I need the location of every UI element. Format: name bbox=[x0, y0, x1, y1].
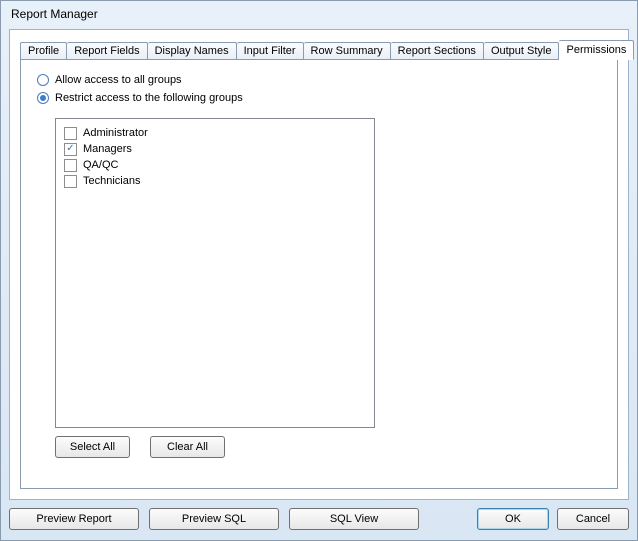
tab-output-style[interactable]: Output Style bbox=[484, 42, 560, 60]
group-label: Administrator bbox=[83, 127, 148, 139]
tab-label: Report Fields bbox=[74, 45, 139, 57]
tab-row-summary[interactable]: Row Summary bbox=[304, 42, 391, 60]
list-item[interactable]: ✓ Managers bbox=[64, 141, 366, 157]
cancel-button[interactable]: Cancel bbox=[557, 508, 629, 530]
tab-label: Output Style bbox=[491, 45, 552, 57]
checkbox-icon[interactable]: ✓ bbox=[64, 143, 77, 156]
clear-all-button[interactable]: Clear All bbox=[150, 436, 225, 458]
tab-permissions[interactable]: Permissions bbox=[559, 40, 634, 60]
radio-label: Allow access to all groups bbox=[55, 74, 182, 86]
radio-restrict[interactable]: Restrict access to the following groups bbox=[37, 92, 601, 104]
radio-allow-all[interactable]: Allow access to all groups bbox=[37, 74, 601, 86]
checkbox-icon[interactable] bbox=[64, 175, 77, 188]
group-label: Technicians bbox=[83, 175, 140, 187]
window-title: Report Manager bbox=[11, 7, 98, 21]
tab-label: Report Sections bbox=[398, 45, 476, 57]
preview-report-button[interactable]: Preview Report bbox=[9, 508, 139, 530]
preview-sql-button[interactable]: Preview SQL bbox=[149, 508, 279, 530]
tab-label: Input Filter bbox=[244, 45, 296, 57]
groups-list[interactable]: Administrator ✓ Managers QA/QC Technicia… bbox=[55, 118, 375, 428]
list-buttons-row: Select All Clear All bbox=[55, 436, 601, 458]
tab-label: Permissions bbox=[566, 44, 626, 56]
tab-profile[interactable]: Profile bbox=[20, 42, 67, 60]
list-item[interactable]: Technicians bbox=[64, 173, 366, 189]
checkbox-icon[interactable] bbox=[64, 159, 77, 172]
checkbox-icon[interactable] bbox=[64, 127, 77, 140]
tab-label: Profile bbox=[28, 45, 59, 57]
client-area: Profile Report Fields Display Names Inpu… bbox=[9, 29, 629, 500]
radio-dot-icon bbox=[40, 95, 46, 101]
title-bar: Report Manager bbox=[1, 1, 637, 27]
tab-display-names[interactable]: Display Names bbox=[148, 42, 237, 60]
list-item[interactable]: Administrator bbox=[64, 125, 366, 141]
group-label: Managers bbox=[83, 143, 132, 155]
tab-report-sections[interactable]: Report Sections bbox=[391, 42, 484, 60]
tab-label: Row Summary bbox=[311, 45, 383, 57]
tab-label: Display Names bbox=[155, 45, 229, 57]
dialog-button-bar: Preview Report Preview SQL SQL View OK C… bbox=[9, 506, 629, 532]
tab-strip: Profile Report Fields Display Names Inpu… bbox=[20, 40, 618, 60]
sql-view-button[interactable]: SQL View bbox=[289, 508, 419, 530]
tab-panel-permissions: Allow access to all groups Restrict acce… bbox=[20, 59, 618, 489]
radio-label: Restrict access to the following groups bbox=[55, 92, 243, 104]
tab-report-fields[interactable]: Report Fields bbox=[67, 42, 147, 60]
select-all-button[interactable]: Select All bbox=[55, 436, 130, 458]
list-item[interactable]: QA/QC bbox=[64, 157, 366, 173]
radio-icon bbox=[37, 92, 49, 104]
ok-button[interactable]: OK bbox=[477, 508, 549, 530]
tab-input-filter[interactable]: Input Filter bbox=[237, 42, 304, 60]
radio-icon bbox=[37, 74, 49, 86]
group-label: QA/QC bbox=[83, 159, 118, 171]
window-frame: Report Manager Profile Report Fields Dis… bbox=[0, 0, 638, 541]
